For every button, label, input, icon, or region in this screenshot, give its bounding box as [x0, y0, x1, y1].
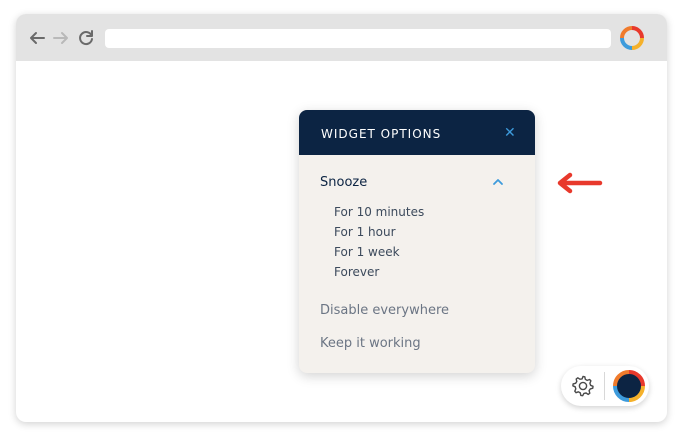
- widget-options-panel: WIDGET OPTIONS ✕ Snooze For 10 minutes F…: [299, 110, 535, 373]
- disable-everywhere-option[interactable]: Disable everywhere: [320, 303, 449, 318]
- ring-logo-icon[interactable]: [613, 370, 645, 402]
- arrow-left-icon: [557, 172, 603, 194]
- snooze-toggle[interactable]: Snooze: [320, 175, 515, 193]
- snooze-option-1-hour[interactable]: For 1 hour: [334, 225, 396, 239]
- snooze-option-1-week[interactable]: For 1 week: [334, 245, 400, 259]
- divider: [604, 372, 605, 400]
- widget-options-header: WIDGET OPTIONS ✕: [299, 110, 535, 155]
- reload-icon[interactable]: [76, 28, 96, 48]
- address-bar[interactable]: [105, 29, 611, 48]
- widget-options-title: WIDGET OPTIONS: [321, 127, 442, 141]
- arrow-right-icon[interactable]: [51, 28, 71, 48]
- keep-it-working-option[interactable]: Keep it working: [320, 336, 421, 351]
- arrow-left-icon[interactable]: [27, 28, 47, 48]
- floating-widget: [561, 366, 649, 406]
- snooze-label: Snooze: [320, 175, 368, 190]
- chevron-up-icon[interactable]: [492, 177, 504, 187]
- snooze-option-10-minutes[interactable]: For 10 minutes: [334, 205, 424, 219]
- close-icon[interactable]: ✕: [504, 125, 518, 139]
- ring-logo-icon[interactable]: [620, 26, 644, 50]
- gear-icon[interactable]: [571, 374, 595, 398]
- snooze-option-forever[interactable]: Forever: [334, 265, 379, 279]
- browser-toolbar: [16, 14, 667, 61]
